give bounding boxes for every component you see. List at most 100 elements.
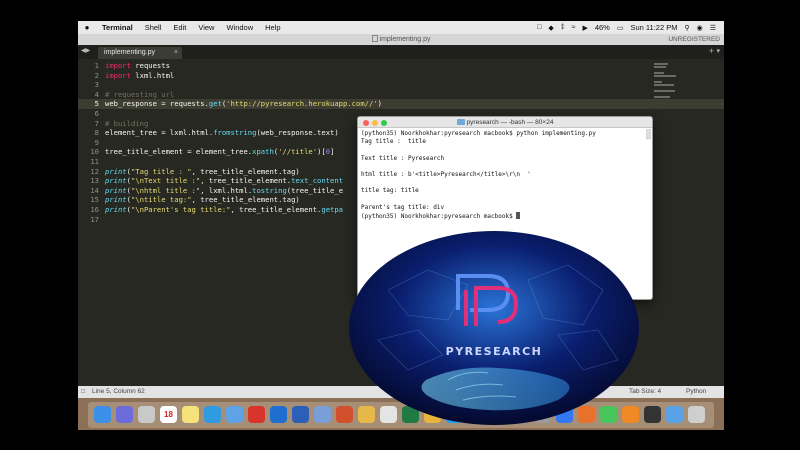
line-number-gutter: 1 2 3 4 5 6 7 8 9 10 11 12 13 14 15 16 17 xyxy=(78,61,99,224)
word-icon[interactable] xyxy=(292,406,309,423)
wifi-icon[interactable]: ≈ xyxy=(572,24,576,31)
terminal-prompt-line: (python35) Noorkhokhar:pyresearch macboo… xyxy=(361,211,649,220)
terminal-icon[interactable] xyxy=(644,406,661,423)
menu-help[interactable]: Help xyxy=(259,21,286,34)
battery-icon[interactable]: ▭ xyxy=(617,24,624,32)
code-line-15: print("\ntitle tag:", tree_title_element… xyxy=(105,195,300,205)
minimap[interactable] xyxy=(654,63,678,103)
apple-menu-icon[interactable]: ● xyxy=(78,23,96,32)
line-number: 15 xyxy=(90,195,99,205)
terminal-line: title tag: title xyxy=(361,187,419,195)
tab-close-icon[interactable]: × xyxy=(174,47,178,59)
code-line-12: print("Tag title : ", tree_title_element… xyxy=(105,166,300,176)
code-line-13: print("\nText title :", tree_title_eleme… xyxy=(105,176,344,186)
terminal-line: Text title : Pyresearch xyxy=(361,154,445,162)
line-number: 12 xyxy=(90,166,99,176)
menu-window[interactable]: Window xyxy=(220,21,259,34)
finder-icon[interactable] xyxy=(94,406,111,423)
menu-terminal[interactable]: Terminal xyxy=(96,21,139,34)
window-title: implementing.py xyxy=(78,34,724,45)
battery-level[interactable]: 46% xyxy=(595,23,610,32)
line-number: 7 xyxy=(94,118,99,128)
screen-mirror-icon[interactable]: □ xyxy=(537,24,541,31)
tab-implementing-py[interactable]: implementing.py × xyxy=(98,47,182,59)
preview-icon[interactable] xyxy=(314,406,331,423)
code-line-4: # requesting url xyxy=(105,89,175,99)
notification-center-icon[interactable]: ☰ xyxy=(710,24,716,32)
terminal-scrollbar[interactable] xyxy=(646,129,651,299)
clock[interactable]: Sun 11:22 PM xyxy=(630,23,677,32)
logo-wordmark: PYRESEARCH xyxy=(446,345,543,358)
launchpad-icon[interactable] xyxy=(138,406,155,423)
siri-icon[interactable] xyxy=(116,406,133,423)
close-window-icon[interactable] xyxy=(363,119,369,126)
menu-edit[interactable]: Edit xyxy=(167,21,192,34)
code-line-7: # building xyxy=(105,118,149,128)
teamviewer-icon[interactable] xyxy=(270,406,287,423)
calendar-icon[interactable]: 18 xyxy=(160,406,177,423)
bluetooth-icon[interactable]: ‡ xyxy=(561,24,565,31)
code-line-2: import lxml.html xyxy=(105,70,175,80)
line-number: 1 xyxy=(94,61,99,70)
code-line-16: print("\nParent's tag title:", tree_titl… xyxy=(105,204,344,214)
line-number: 14 xyxy=(90,185,99,195)
editor-title-bar: implementing.py UNREGISTERED xyxy=(78,34,724,45)
mail-icon[interactable] xyxy=(226,406,243,423)
tab-navigation-arrows-icon[interactable]: ◀▶ xyxy=(81,47,90,54)
menu-view[interactable]: View xyxy=(192,21,220,34)
code-line-5: web_response = requests.get('http://pyre… xyxy=(105,99,382,109)
status-area: □ ◆ ‡ ≈ ▶ 46% ▭ Sun 11:22 PM ⚲ ◉ ☰ xyxy=(537,23,724,32)
line-number: 13 xyxy=(90,176,99,186)
line-number: 4 xyxy=(94,89,99,99)
line-number: 9 xyxy=(94,137,99,147)
line-number: 17 xyxy=(90,214,99,224)
terminal-line: html title : b'<title>Pyresearch</title>… xyxy=(361,170,531,178)
terminal-title: pyresearch — -bash — 80×24 xyxy=(466,119,554,126)
code-line-8: element_tree = lxml.html.fromstring(web_… xyxy=(105,128,339,138)
line-number: 8 xyxy=(94,128,99,138)
terminal-output[interactable]: (python35) Noorkhokhar:pyresearch macboo… xyxy=(358,128,652,222)
user-avatar-icon[interactable]: ◉ xyxy=(697,24,703,32)
menu-shell[interactable]: Shell xyxy=(139,21,168,34)
new-tab-icon[interactable]: + ▾ xyxy=(708,47,720,55)
code-line-10: tree_title_element = element_tree.xpath(… xyxy=(105,147,335,157)
line-number: 5 xyxy=(94,99,99,109)
dropbox-icon[interactable]: ◆ xyxy=(548,24,553,32)
code-line-14: print("\nhtml title :", lxml.html.tostri… xyxy=(105,185,344,195)
zoom-window-icon[interactable] xyxy=(381,119,387,126)
notes-icon[interactable] xyxy=(182,406,199,423)
tab-bar: ◀▶ implementing.py × + ▾ xyxy=(78,45,724,59)
terminal-title-bar[interactable]: pyresearch — -bash — 80×24 xyxy=(358,117,652,128)
terminal-line: Tag title : title xyxy=(361,138,427,146)
minimize-window-icon[interactable] xyxy=(372,119,378,126)
pyresearch-logo: PYRESEARCH xyxy=(349,231,639,425)
line-number: 6 xyxy=(94,108,99,118)
syntax-selector[interactable]: Python xyxy=(686,386,706,398)
code-line-1: import requests xyxy=(105,61,170,70)
trash-icon[interactable] xyxy=(688,406,705,423)
pdf-icon[interactable] xyxy=(248,406,265,423)
safari-icon[interactable] xyxy=(204,406,221,423)
terminal-cursor xyxy=(516,211,521,219)
folder-icon xyxy=(456,119,465,125)
volume-icon[interactable]: ▶ xyxy=(582,24,587,32)
cursor-position: Line 5, Column 62 xyxy=(92,388,145,395)
spotlight-search-icon[interactable]: ⚲ xyxy=(684,24,689,32)
line-number: 2 xyxy=(94,70,99,80)
code-content[interactable]: import requests import lxml.html # reque… xyxy=(105,61,382,224)
downloads-icon[interactable] xyxy=(666,406,683,423)
menu-bar: ● Terminal Shell Edit View Window Help □… xyxy=(78,21,724,34)
line-number: 11 xyxy=(90,156,99,166)
status-window-icon[interactable]: □ xyxy=(81,386,85,398)
file-icon xyxy=(371,35,378,42)
terminal-line: Parent's tag title: div xyxy=(361,203,445,211)
